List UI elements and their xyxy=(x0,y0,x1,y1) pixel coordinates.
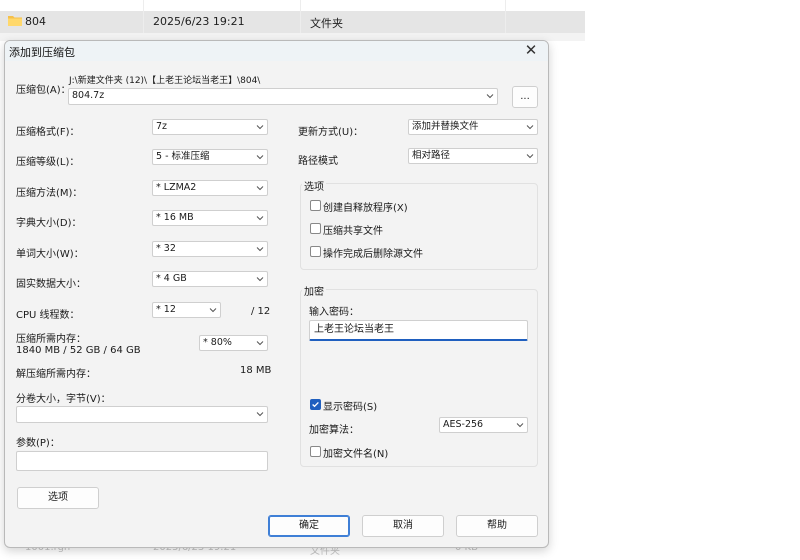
chevron-down-icon xyxy=(526,125,534,130)
browse-button[interactable]: ... xyxy=(512,86,538,108)
column-divider xyxy=(505,0,506,33)
solid-value: * 4 GB xyxy=(156,273,187,284)
dict-value: * 16 MB xyxy=(156,212,194,223)
pathmode-label: 路径模式 xyxy=(298,156,338,167)
chevron-down-icon xyxy=(256,186,264,191)
delete-checkbox-label[interactable]: 操作完成后删除源文件 xyxy=(323,245,423,260)
solid-select[interactable]: * 4 GB xyxy=(152,271,268,287)
word-value: * 32 xyxy=(156,243,176,254)
pathmode-select[interactable]: 相对路径 xyxy=(408,148,538,164)
column-divider xyxy=(143,0,144,33)
chevron-down-icon xyxy=(256,341,264,346)
solid-label: 固实数据大小： xyxy=(16,279,86,290)
sfx-checkbox[interactable] xyxy=(310,200,321,211)
chevron-down-icon xyxy=(526,154,534,159)
memory-label: 压缩所需内存： xyxy=(16,334,86,345)
close-icon[interactable]: ✕ xyxy=(522,41,540,59)
encrypt-names-checkbox[interactable] xyxy=(310,446,321,457)
archive-path: J:\新建文件夹 (12)\【上老王论坛当老王】\804\ xyxy=(69,76,261,86)
params-label: 参数(P)： xyxy=(16,438,60,449)
threads-label: CPU 线程数： xyxy=(16,310,80,321)
format-value: 7z xyxy=(156,121,168,132)
encrypt-names-label[interactable]: 加密文件名(N) xyxy=(323,445,388,460)
chevron-down-icon xyxy=(256,277,264,282)
options-button[interactable]: 选项 xyxy=(17,487,99,509)
split-select[interactable] xyxy=(16,406,268,423)
level-select[interactable]: 5 - 标准压缩 xyxy=(152,149,268,165)
archive-name-combo[interactable]: 804.7z xyxy=(68,88,498,105)
chevron-down-icon xyxy=(486,94,494,99)
column-divider xyxy=(300,0,301,33)
ok-button[interactable]: 确定 xyxy=(268,515,350,537)
word-select[interactable]: * 32 xyxy=(152,241,268,257)
decompress-value: 18 MB xyxy=(240,365,272,376)
level-value: 5 - 标准压缩 xyxy=(156,151,210,162)
add-to-archive-dialog: 添加到压缩包 ✕ 压缩包(A)： J:\新建文件夹 (12)\【上老王论坛当老王… xyxy=(4,40,549,548)
shared-checkbox-label[interactable]: 压缩共享文件 xyxy=(323,222,383,237)
explorer-row[interactable] xyxy=(0,11,585,33)
level-label: 压缩等级(L)： xyxy=(16,157,80,168)
chevron-down-icon xyxy=(256,216,264,221)
encryption-method-label: 加密算法： xyxy=(309,425,359,436)
show-password-label[interactable]: 显示密码(S) xyxy=(323,398,377,413)
method-label: 压缩方法(M)： xyxy=(16,188,83,199)
title-bar[interactable]: 添加到压缩包 ✕ xyxy=(5,41,548,61)
options-group-title: 选项 xyxy=(302,178,326,193)
update-value: 添加并替换文件 xyxy=(412,121,479,132)
threads-value: * 12 xyxy=(156,304,176,315)
explorer-file-date: 2025/6/23 19:21 xyxy=(153,15,245,28)
help-button[interactable]: 帮助 xyxy=(456,515,538,537)
checkmark-icon xyxy=(312,401,319,408)
sfx-checkbox-label[interactable]: 创建自释放程序(X) xyxy=(323,199,408,214)
delete-checkbox[interactable] xyxy=(310,246,321,257)
chevron-down-icon xyxy=(256,247,264,252)
chevron-down-icon xyxy=(256,155,264,160)
params-input[interactable] xyxy=(16,451,268,471)
cancel-button[interactable]: 取消 xyxy=(362,515,444,537)
update-select[interactable]: 添加并替换文件 xyxy=(408,119,538,135)
memory-select[interactable]: * 80% xyxy=(199,335,268,351)
explorer-file-name: 804 xyxy=(25,15,46,28)
dict-label: 字典大小(D)： xyxy=(16,218,82,229)
password-label: 输入密码： xyxy=(309,307,359,318)
update-label: 更新方式(U)： xyxy=(298,127,364,138)
password-input[interactable]: 上老王论坛当老王 xyxy=(309,320,528,341)
method-select[interactable]: * LZMA2 xyxy=(152,180,268,196)
show-password-checkbox[interactable] xyxy=(310,399,321,410)
chevron-down-icon xyxy=(209,308,217,313)
encryption-method-select[interactable]: AES-256 xyxy=(439,417,528,433)
shared-checkbox[interactable] xyxy=(310,223,321,234)
dialog-title: 添加到压缩包 xyxy=(9,46,75,59)
method-value: * LZMA2 xyxy=(156,182,197,193)
memory-detail: 1840 MB / 52 GB / 64 GB xyxy=(16,345,141,356)
format-label: 压缩格式(F)： xyxy=(16,127,80,138)
memory-value: * 80% xyxy=(203,337,232,348)
threads-max: / 12 xyxy=(251,306,271,317)
encryption-group-title: 加密 xyxy=(302,283,326,298)
format-select[interactable]: 7z xyxy=(152,119,268,135)
dict-select[interactable]: * 16 MB xyxy=(152,210,268,226)
split-label: 分卷大小，字节(V)： xyxy=(16,394,111,405)
chevron-down-icon xyxy=(516,423,524,428)
threads-select[interactable]: * 12 xyxy=(152,302,221,318)
pathmode-value: 相对路径 xyxy=(412,150,451,161)
chevron-down-icon xyxy=(256,412,264,417)
archive-name-value: 804.7z xyxy=(72,90,105,101)
word-label: 单词大小(W)： xyxy=(16,249,84,260)
chevron-down-icon xyxy=(256,125,264,130)
explorer-file-type: 文件夹 xyxy=(310,17,343,30)
decompress-label: 解压缩所需内存： xyxy=(16,369,96,380)
encryption-method-value: AES-256 xyxy=(443,419,484,430)
archive-label: 压缩包(A)： xyxy=(16,85,71,96)
folder-icon xyxy=(8,16,22,26)
